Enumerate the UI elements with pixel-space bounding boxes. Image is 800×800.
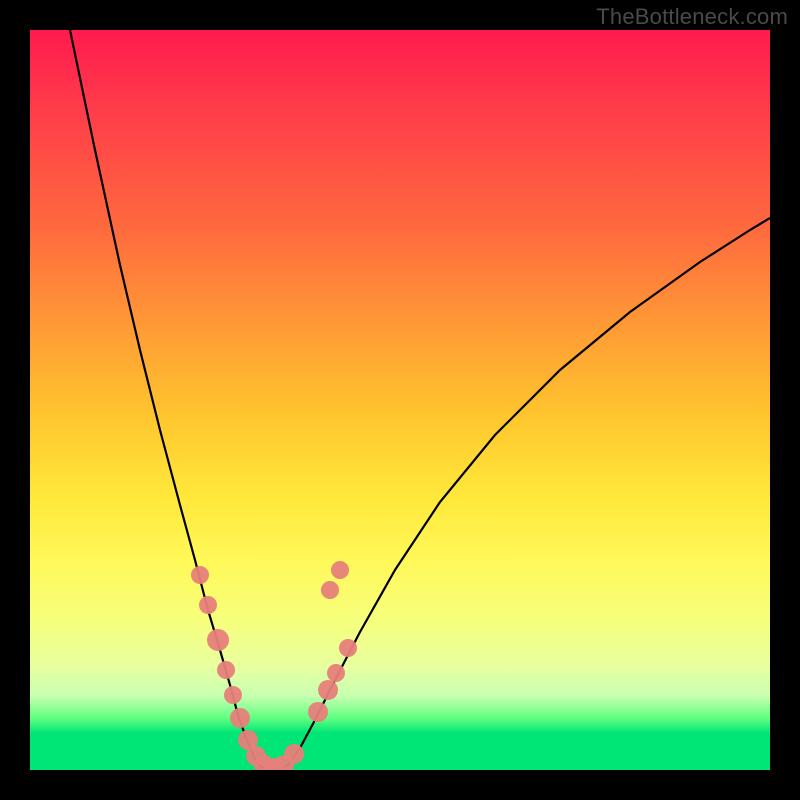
marker-dot	[284, 744, 304, 764]
marker-dot	[327, 664, 345, 682]
curve-lines	[70, 30, 770, 770]
right-branch-line	[288, 218, 770, 765]
chart-frame: TheBottleneck.com	[0, 0, 800, 800]
marker-dot	[191, 566, 209, 584]
plot-area	[30, 30, 770, 770]
marker-dot	[318, 680, 338, 700]
marker-dot	[217, 661, 235, 679]
marker-dot	[339, 639, 357, 657]
marker-dots	[191, 561, 357, 770]
marker-dot	[308, 702, 328, 722]
marker-dot	[331, 561, 349, 579]
marker-dot	[207, 629, 229, 651]
marker-dot	[199, 596, 217, 614]
marker-dot	[230, 708, 250, 728]
watermark-text: TheBottleneck.com	[596, 4, 788, 30]
marker-dot	[224, 686, 242, 704]
chart-svg	[30, 30, 770, 770]
marker-dot	[321, 581, 339, 599]
left-branch-line	[70, 30, 258, 765]
